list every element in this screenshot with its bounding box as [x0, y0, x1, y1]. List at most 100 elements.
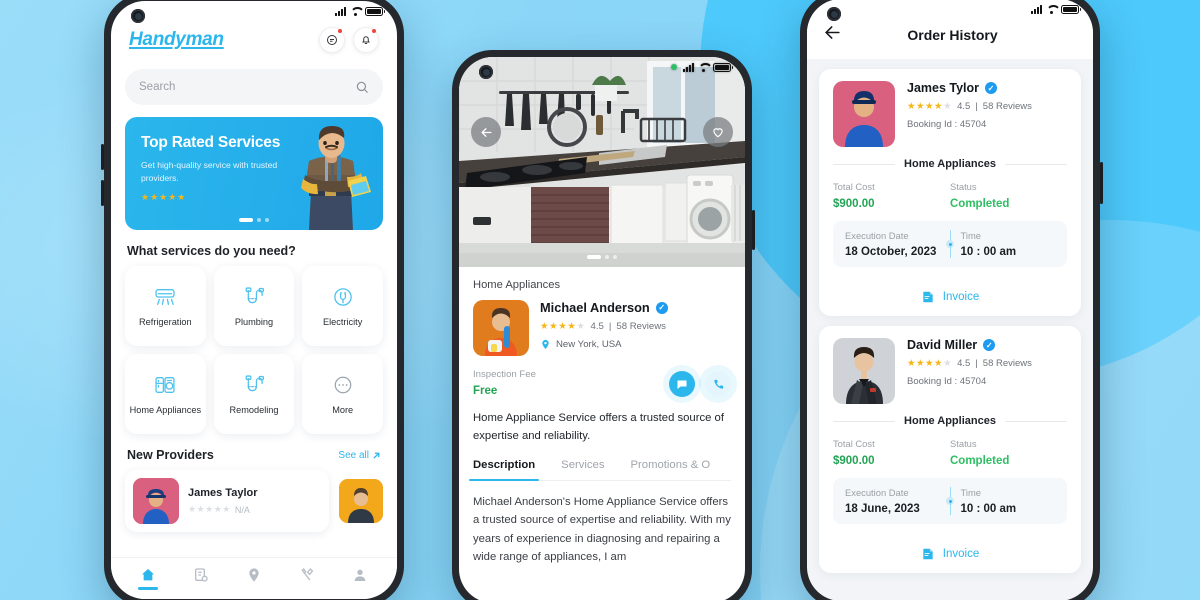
tab-tools[interactable] [297, 567, 317, 590]
total-cost-cell: Total Cost $900.00 [833, 438, 950, 467]
bottom-tab-bar [111, 557, 397, 599]
booking-id: Booking Id : 45704 [907, 376, 1067, 387]
service-card-home-appliances[interactable]: Home Appliances [125, 354, 206, 434]
order-provider: James Tylor ✓ ★★★★★ 4.5 | 58 Reviews Boo… [833, 81, 1067, 147]
execution-date-label: Execution Date [845, 230, 909, 241]
phone1-volume-up[interactable] [101, 144, 104, 170]
status-cell: Status Completed [950, 438, 1067, 467]
notification-bell-icon[interactable] [353, 27, 379, 53]
order-schedule: Execution Date 18 June, 2023 Time 10 : 0… [833, 478, 1067, 524]
total-cost-value: $900.00 [833, 455, 875, 467]
total-cost-value: $900.00 [833, 198, 875, 210]
tab-profile[interactable] [350, 567, 370, 590]
phone-order-history: Order History James Tylor ✓ ★★★★★ 4.5 | … [800, 0, 1103, 600]
verified-badge-icon: ✓ [985, 82, 998, 94]
service-label: Refrigeration [139, 316, 192, 327]
invoice-icon [923, 291, 933, 303]
invoice-icon [923, 548, 933, 560]
rating-value: 4.5 [590, 321, 604, 332]
status-label: Status [950, 438, 977, 449]
signal-bars-icon [335, 6, 346, 16]
service-label: Remodeling [229, 404, 279, 415]
appliances-icon [155, 376, 175, 393]
execution-date-cell: Execution Date 18 June, 2023 [845, 487, 940, 515]
order-card[interactable]: James Tylor ✓ ★★★★★ 4.5 | 58 Reviews Boo… [819, 69, 1081, 316]
phone-home: Handyman Search Top Rated Services Get h… [101, 0, 404, 600]
screenshot-stage: Handyman Search Top Rated Services Get h… [0, 0, 1200, 600]
order-card[interactable]: David Miller ✓ ★★★★★ 4.5 | 58 Reviews Bo… [819, 326, 1081, 573]
signal-bars-icon [1031, 4, 1042, 14]
avatar [473, 300, 529, 356]
front-camera [131, 9, 145, 23]
avatar [133, 478, 179, 524]
tab-location[interactable] [244, 567, 264, 590]
hero-pagination[interactable] [587, 255, 617, 259]
tools-icon [301, 568, 314, 581]
service-card-electricity[interactable]: Electricity [302, 266, 383, 346]
booking-id-label: Booking Id : [907, 119, 960, 130]
verified-badge-icon: ✓ [983, 339, 996, 351]
tab-bookings[interactable] [191, 567, 211, 590]
phone1-volume-down[interactable] [101, 180, 104, 206]
chat-button[interactable] [669, 371, 695, 397]
fee-row: Inspection Fee Free [473, 369, 731, 397]
location-pin-icon [249, 568, 259, 582]
search-input[interactable]: Search [125, 69, 383, 105]
service-summary: Home Appliance Service offers a trusted … [473, 412, 724, 442]
invoice-button[interactable]: Invoice [833, 280, 1067, 304]
schedule-separator [946, 487, 954, 515]
provider-card-partial[interactable] [339, 479, 383, 523]
promo-banner[interactable]: Top Rated Services Get high-quality serv… [125, 117, 383, 230]
rating-separator: | [975, 101, 978, 112]
favorite-button[interactable] [703, 117, 733, 147]
tab-services[interactable]: Services [561, 459, 604, 480]
booking-id: Booking Id : 45704 [907, 119, 1067, 130]
order-rating: ★★★★★ 4.5 | 58 Reviews [907, 358, 1067, 369]
tab-home[interactable] [137, 567, 158, 590]
provider-name: James Taylor [188, 487, 258, 499]
service-card-refrigeration[interactable]: Refrigeration [125, 266, 206, 346]
time-cell: Time 10 : 00 am [961, 230, 1056, 258]
phone-detail: Home Appliances Michael Anderson ✓ ★★★★★… [452, 50, 755, 600]
detail-body: Home Appliances Michael Anderson ✓ ★★★★★… [459, 267, 745, 566]
rating-stars: ★★★★★ [907, 358, 953, 369]
phone2-power-button[interactable] [752, 210, 755, 250]
service-hero-image [459, 57, 745, 267]
search-icon [356, 81, 368, 93]
description-text: Michael Anderson's Home Appliance Servic… [473, 496, 731, 563]
invoice-label: Invoice [942, 548, 980, 560]
pipe-icon [245, 287, 264, 304]
avatar [833, 81, 895, 147]
home-icon [141, 569, 154, 581]
invoice-label: Invoice [942, 291, 980, 303]
service-card-remodeling[interactable]: Remodeling [213, 354, 295, 434]
service-card-plumbing[interactable]: Plumbing [213, 266, 295, 346]
new-providers-title: New Providers [127, 448, 214, 462]
time-label: Time [960, 487, 981, 498]
wifi-icon [1046, 5, 1057, 14]
time-cell: Time 10 : 00 am [961, 487, 1056, 515]
banner-worker-illustration [301, 126, 371, 230]
order-category: Home Appliances [904, 415, 996, 427]
tab-promotions[interactable]: Promotions & O [630, 459, 710, 480]
order-provider-name-row: James Tylor ✓ [907, 81, 1067, 95]
phone3-power-button[interactable] [1100, 162, 1103, 204]
status-bar [459, 57, 745, 75]
back-button[interactable] [471, 117, 501, 147]
see-all-link[interactable]: See all [338, 450, 381, 461]
battery-icon [365, 6, 385, 16]
app-logo: Handyman [129, 29, 224, 50]
service-card-more[interactable]: More [302, 354, 383, 434]
chat-icon[interactable] [319, 27, 345, 53]
call-button[interactable] [705, 371, 731, 397]
service-label: Plumbing [234, 316, 274, 327]
rating-stars: ★★★★★ [540, 321, 586, 332]
tab-description[interactable]: Description [468, 459, 540, 481]
rating-separator: | [608, 321, 612, 332]
review-count: 58 Reviews [616, 321, 666, 332]
banner-pagination[interactable] [239, 218, 269, 222]
status-badge: Completed [950, 198, 1010, 210]
invoice-button[interactable]: Invoice [833, 537, 1067, 561]
provider-card[interactable]: James Taylor ★★★★★ N/A [125, 470, 329, 532]
order-schedule: Execution Date 18 October, 2023 Time 10 … [833, 221, 1067, 267]
